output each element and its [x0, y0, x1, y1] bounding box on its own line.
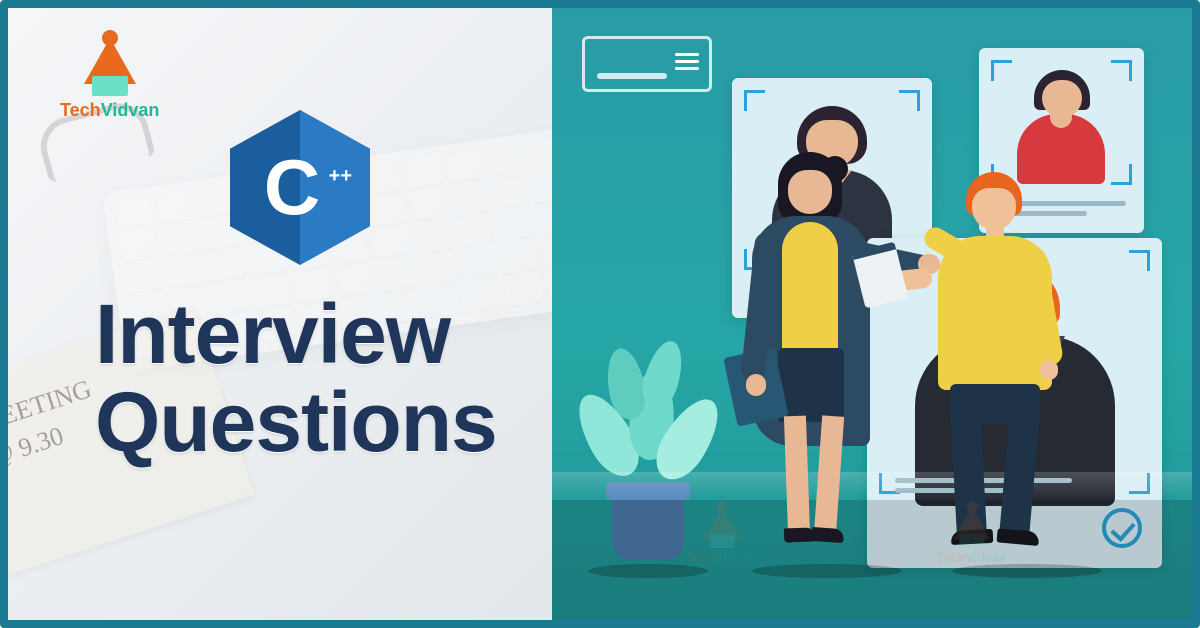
outer-frame — [0, 0, 1200, 628]
